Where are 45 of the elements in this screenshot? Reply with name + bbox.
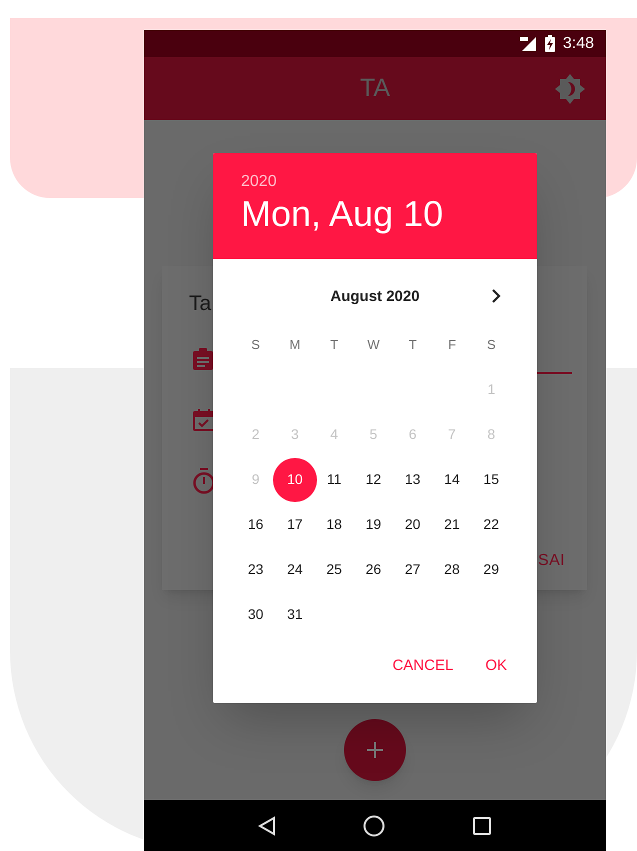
day-cell[interactable]: 27 [398,554,428,584]
weekday-label: S [486,336,497,354]
day-cell[interactable]: 11 [319,464,350,494]
day-cell[interactable]: 17 [280,510,310,540]
month-title: August 2020 [330,286,420,307]
day-cell[interactable]: 21 [436,510,467,540]
day-cell[interactable]: 26 [358,554,388,584]
weekday-label: T [408,336,418,354]
day-cell[interactable]: 24 [280,554,310,584]
app-title: TA [360,72,390,104]
day-cell[interactable]: 28 [436,554,467,584]
day-cell[interactable]: 14 [436,464,467,494]
day-cell[interactable]: 29 [476,554,506,584]
day-cell[interactable]: 15 [476,464,506,494]
weekday-label: S [250,336,261,354]
chevron-right-icon[interactable] [491,289,501,303]
day-cell[interactable]: 20 [398,510,428,540]
day-cell[interactable]: 16 [240,510,271,540]
weekday-label: W [366,336,381,354]
status-time: 3:48 [562,34,594,54]
day-cell[interactable]: 19 [358,510,388,540]
day-cell[interactable]: 18 [319,510,350,540]
dialog-button[interactable]: CANCEL [382,646,464,685]
dialog-button[interactable]: OK [475,646,517,685]
day-cell[interactable]: 25 [319,554,350,584]
clipboard-icon [193,348,213,370]
recents-icon[interactable] [472,816,492,836]
day-cell[interactable]: 23 [240,554,271,584]
day-cell[interactable]: 31 [280,600,310,630]
weekday-label: F [447,336,458,354]
weekday-label: M [288,336,302,354]
back-icon[interactable] [258,816,276,836]
selected-date[interactable]: Mon, Aug 10 [241,192,444,236]
day-cell[interactable]: 22 [476,510,506,540]
day-cell[interactable]: 13 [398,464,428,494]
plus-icon [366,741,384,759]
signal-icon [518,36,537,52]
stopwatch-icon [192,468,216,494]
card-title: Ta [189,291,212,317]
day-cell[interactable]: 12 [358,464,388,494]
day-cell[interactable]: 30 [240,600,271,630]
home-icon[interactable] [362,814,385,836]
day-cell[interactable]: 10 [272,458,317,502]
weekday-label: T [329,336,340,354]
battery-charging-icon [544,35,555,52]
